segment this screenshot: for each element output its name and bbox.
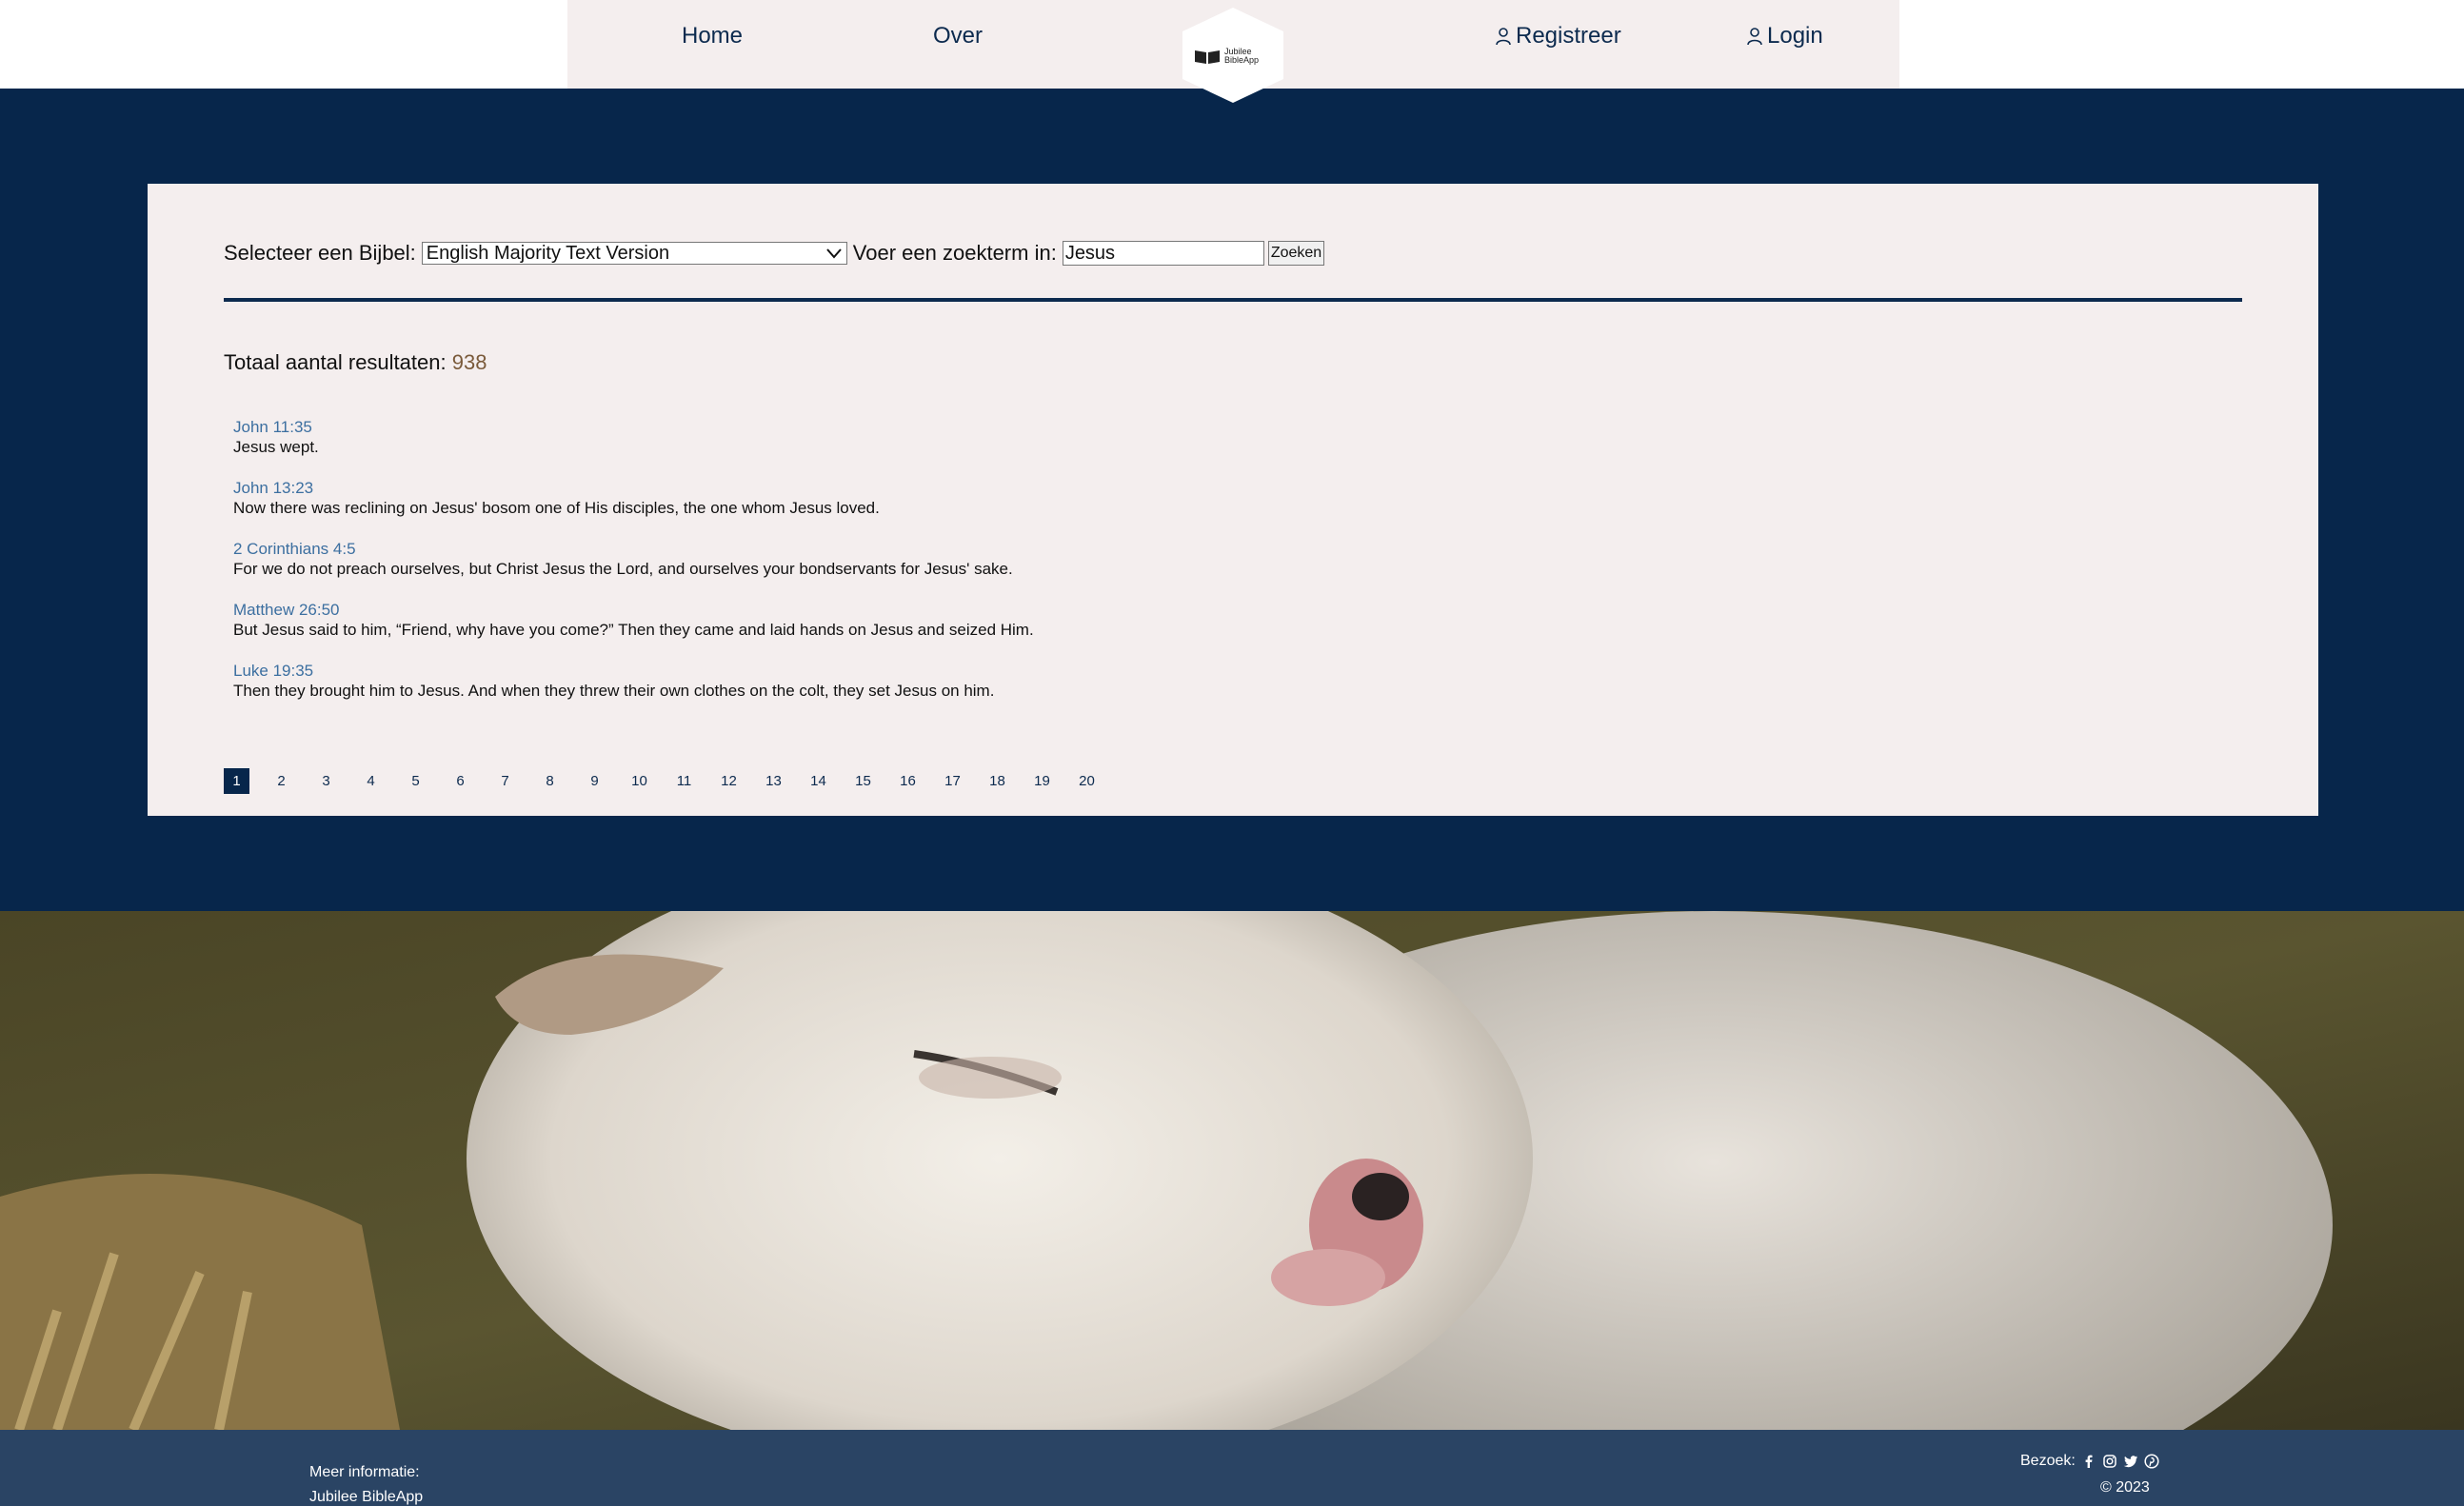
page-link[interactable]: 7 bbox=[492, 768, 518, 794]
page-link[interactable]: 13 bbox=[761, 768, 786, 794]
footer-visit-label: Bezoek: bbox=[2020, 1453, 2076, 1469]
nav-register-link[interactable]: Registreer bbox=[1495, 23, 1621, 50]
result-reference-link[interactable]: John 13:23 bbox=[233, 478, 1034, 498]
user-icon bbox=[1747, 28, 1762, 46]
results-total: Totaal aantal resultaten: 938 bbox=[224, 350, 487, 375]
page-link[interactable]: 1 bbox=[224, 768, 249, 794]
result-reference-link[interactable]: 2 Corinthians 4:5 bbox=[233, 539, 1034, 559]
lamb-photo bbox=[0, 911, 2464, 1430]
top-bar: Home Over Registreer Login Jubilee Bible… bbox=[0, 0, 2464, 103]
result-verse-text: For we do not preach ourselves, but Chri… bbox=[233, 560, 1013, 578]
page-link[interactable]: 18 bbox=[984, 768, 1010, 794]
lamb-image bbox=[0, 911, 2464, 1430]
bible-select-value: English Majority Text Version bbox=[426, 242, 670, 264]
search-button[interactable]: Zoeken bbox=[1267, 241, 1325, 266]
facebook-icon[interactable] bbox=[2081, 1454, 2096, 1469]
page-link[interactable]: 6 bbox=[447, 768, 473, 794]
footer-social: Bezoek: bbox=[2020, 1453, 2159, 1470]
page-link[interactable]: 3 bbox=[313, 768, 339, 794]
nav-over-link[interactable]: Over bbox=[933, 23, 983, 50]
results-count: 938 bbox=[451, 350, 487, 374]
result-verse-text: Jesus wept. bbox=[233, 438, 319, 456]
page-link[interactable]: 8 bbox=[537, 768, 563, 794]
instagram-icon[interactable] bbox=[2102, 1454, 2117, 1469]
page-link[interactable]: 10 bbox=[626, 768, 652, 794]
nav-login-link[interactable]: Login bbox=[1746, 23, 1823, 50]
page-link[interactable]: 5 bbox=[403, 768, 428, 794]
result-item: Luke 19:35 Then they brought him to Jesu… bbox=[233, 661, 1034, 722]
result-item: Matthew 26:50 But Jesus said to him, “Fr… bbox=[233, 600, 1034, 661]
footer-app-name: Jubilee BibleApp bbox=[309, 1489, 424, 1505]
result-reference-link[interactable]: Luke 19:35 bbox=[233, 661, 1034, 681]
page-link[interactable]: 11 bbox=[671, 768, 697, 794]
page-link[interactable]: 15 bbox=[850, 768, 876, 794]
twitter-icon[interactable] bbox=[2123, 1454, 2138, 1469]
result-item: John 13:23 Now there was reclining on Je… bbox=[233, 478, 1034, 539]
results-list: John 11:35 Jesus wept. John 13:23 Now th… bbox=[233, 417, 1034, 722]
nav-over-label: Over bbox=[933, 23, 984, 49]
chevron-down-icon bbox=[826, 248, 842, 259]
nav-home-label: Home bbox=[682, 23, 744, 49]
nav-register-label: Registreer bbox=[1516, 23, 1621, 49]
footer-copyright: © 2023 bbox=[2100, 1479, 2150, 1496]
result-verse-text: Then they brought him to Jesus. And when… bbox=[233, 682, 995, 700]
footer-info-title: Meer informatie: bbox=[309, 1464, 420, 1480]
page-link[interactable]: 9 bbox=[582, 768, 607, 794]
footer: Meer informatie: Jubilee BibleApp Bezoek… bbox=[0, 1430, 2464, 1506]
pagination: 1 2 3 4 5 6 7 8 9 10 11 12 13 14 15 16 17 18 19 20 bbox=[224, 768, 1119, 794]
divider bbox=[224, 298, 2242, 302]
page-link[interactable]: 14 bbox=[805, 768, 831, 794]
results-total-label: Totaal aantal resultaten: bbox=[224, 350, 447, 374]
page-link[interactable]: 16 bbox=[895, 768, 921, 794]
bible-select[interactable]: English Majority Text Version bbox=[421, 242, 847, 265]
open-book-icon bbox=[1195, 50, 1220, 64]
page-link[interactable]: 17 bbox=[940, 768, 965, 794]
pinterest-icon[interactable] bbox=[2144, 1454, 2159, 1469]
result-item: John 11:35 Jesus wept. bbox=[233, 417, 1034, 478]
result-verse-text: But Jesus said to him, “Friend, why have… bbox=[233, 621, 1034, 639]
result-verse-text: Now there was reclining on Jesus' bosom … bbox=[233, 499, 880, 517]
user-icon bbox=[1496, 28, 1511, 46]
page-link[interactable]: 19 bbox=[1029, 768, 1055, 794]
page-link[interactable]: 20 bbox=[1074, 768, 1100, 794]
result-reference-link[interactable]: John 11:35 bbox=[233, 417, 1034, 437]
page-link[interactable]: 12 bbox=[716, 768, 742, 794]
nav-home-link[interactable]: Home bbox=[682, 23, 743, 50]
logo-line2: BibleApp bbox=[1224, 55, 1260, 65]
result-reference-link[interactable]: Matthew 26:50 bbox=[233, 600, 1034, 620]
bible-select-label: Selecteer een Bijbel: bbox=[224, 241, 416, 265]
page-link[interactable]: 2 bbox=[268, 768, 294, 794]
search-form: Selecteer een Bijbel: English Majority T… bbox=[224, 241, 1325, 266]
logo[interactable]: Jubilee BibleApp bbox=[1181, 8, 1285, 103]
result-item: 2 Corinthians 4:5 For we do not preach o… bbox=[233, 539, 1034, 600]
nav-login-label: Login bbox=[1767, 23, 1823, 49]
search-panel: Selecteer een Bijbel: English Majority T… bbox=[148, 184, 2318, 816]
page-link[interactable]: 4 bbox=[358, 768, 384, 794]
search-input[interactable] bbox=[1062, 241, 1264, 266]
search-term-label: Voer een zoekterm in: bbox=[852, 241, 1057, 265]
